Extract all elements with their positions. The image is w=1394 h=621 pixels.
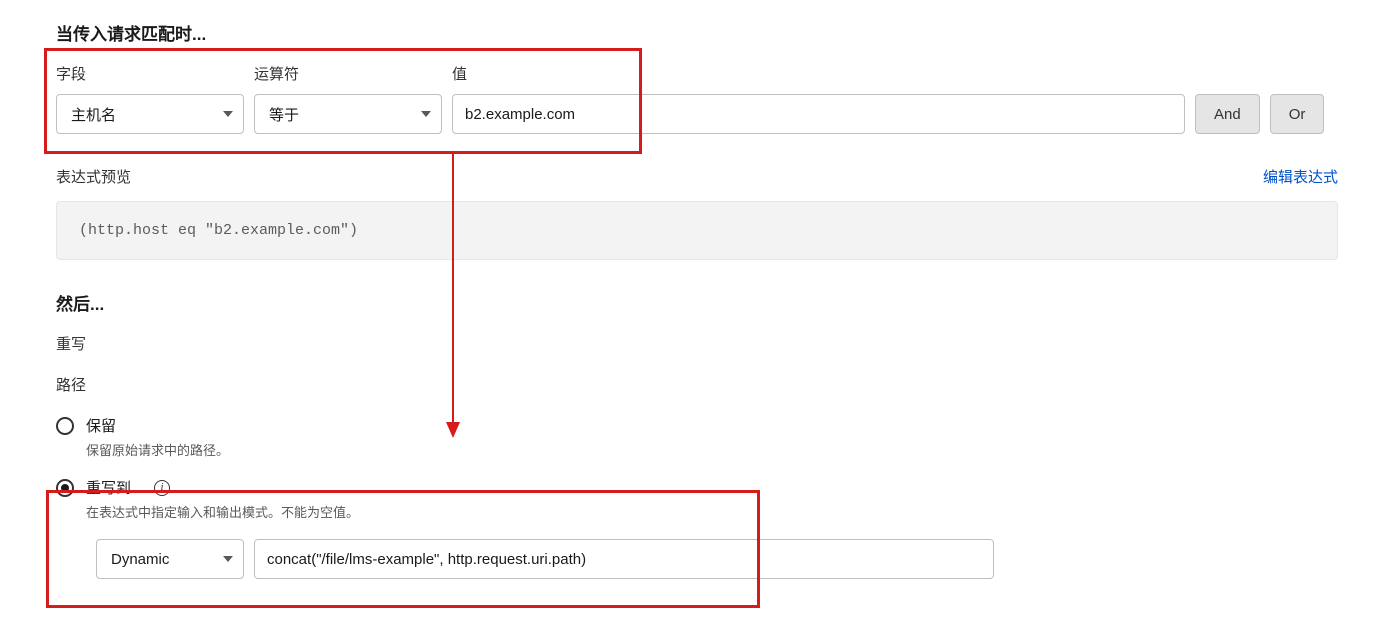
value-column-label: 值 [452, 63, 1185, 84]
path-label: 路径 [56, 374, 1338, 395]
radio-option-preserve[interactable]: 保留 保留原始请求中的路径。 [56, 415, 1338, 459]
radio-preserve-help: 保留原始请求中的路径。 [86, 440, 229, 459]
expression-preview-box: (http.host eq "b2.example.com") [56, 201, 1338, 260]
radio-rewrite-label: 重写到… [86, 477, 146, 498]
match-heading: 当传入请求匹配时... [56, 20, 1338, 45]
rewrite-type-value: Dynamic [111, 551, 169, 568]
operator-select[interactable]: 等于 [254, 94, 442, 134]
field-select[interactable]: 主机名 [56, 94, 244, 134]
expression-preview-title: 表达式预览 [56, 166, 131, 187]
caret-down-icon [223, 111, 233, 117]
rewrite-type-select[interactable]: Dynamic [96, 539, 244, 579]
match-rule-row: 字段 主机名 运算符 等于 值 And Or [56, 63, 1338, 134]
radio-rewrite-help: 在表达式中指定输入和输出模式。不能为空值。 [86, 502, 359, 521]
edit-expression-link[interactable]: 编辑表达式 [1263, 166, 1338, 187]
caret-down-icon [223, 556, 233, 562]
then-heading: 然后... [56, 290, 1338, 315]
rewrite-expression-input[interactable] [254, 539, 994, 579]
radio-icon[interactable] [56, 417, 74, 435]
caret-down-icon [421, 111, 431, 117]
operator-select-value: 等于 [269, 104, 299, 125]
or-button[interactable]: Or [1270, 94, 1325, 134]
radio-option-rewrite[interactable]: 重写到… i 在表达式中指定输入和输出模式。不能为空值。 [56, 477, 1338, 521]
rewrite-label: 重写 [56, 333, 1338, 354]
field-column-label: 字段 [56, 63, 244, 84]
and-button[interactable]: And [1195, 94, 1260, 134]
radio-preserve-label: 保留 [86, 415, 116, 436]
operator-column-label: 运算符 [254, 63, 442, 84]
radio-icon[interactable] [56, 479, 74, 497]
value-input[interactable] [452, 94, 1185, 134]
field-select-value: 主机名 [71, 104, 116, 125]
info-icon[interactable]: i [154, 480, 170, 496]
